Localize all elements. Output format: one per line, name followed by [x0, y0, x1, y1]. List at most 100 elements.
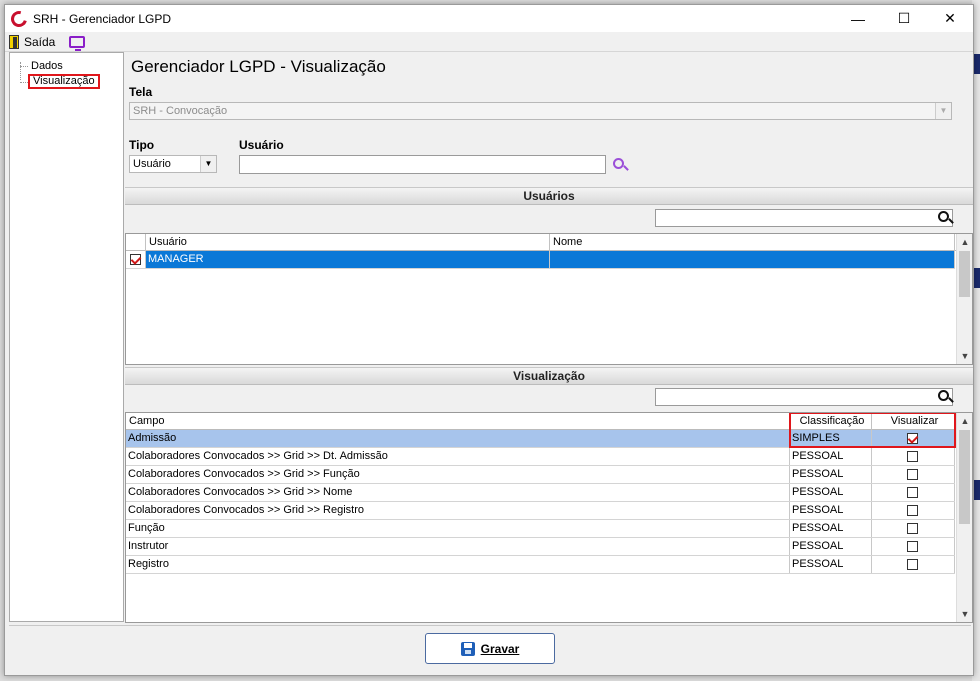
table-row[interactable]: MANAGER [126, 251, 955, 269]
table-row[interactable]: Registro PESSOAL [126, 556, 955, 574]
cell-visualizar[interactable] [872, 538, 955, 555]
lgpd-manager-window: SRH - Gerenciador LGPD — ☐ ✕ Saída Dados… [4, 4, 974, 676]
tree-item-visualizacao[interactable]: Visualização [28, 74, 100, 89]
scroll-up-icon[interactable]: ▲ [957, 413, 972, 429]
visualizar-checkbox[interactable] [907, 451, 918, 462]
visualizacao-scrollbar[interactable]: ▲ ▼ [956, 413, 972, 622]
cell-classificacao: PESSOAL [790, 502, 872, 519]
tree-connector [20, 62, 21, 80]
cell-nome [550, 251, 955, 268]
window-title: SRH - Gerenciador LGPD [33, 11, 172, 26]
usuario-label: Usuário [239, 138, 284, 152]
visualizar-checkbox[interactable] [907, 487, 918, 498]
usuarios-search-input[interactable] [655, 209, 953, 227]
search-icon[interactable] [612, 157, 629, 173]
cell-classificacao: PESSOAL [790, 520, 872, 537]
window-controls: — ☐ ✕ [835, 5, 973, 32]
table-row[interactable]: Colaboradores Convocados >> Grid >> Regi… [126, 502, 955, 520]
scroll-thumb[interactable] [959, 251, 970, 297]
visualizar-checkbox[interactable] [907, 469, 918, 480]
exit-door-icon[interactable] [9, 34, 19, 49]
column-header-campo[interactable]: Campo [126, 413, 790, 430]
visualizar-checkbox[interactable] [907, 559, 918, 570]
app-logo-icon [8, 7, 30, 30]
scroll-up-icon[interactable]: ▲ [957, 234, 972, 250]
title-bar[interactable]: SRH - Gerenciador LGPD — ☐ ✕ [5, 5, 973, 32]
cell-campo: Registro [126, 556, 790, 573]
scroll-down-icon[interactable]: ▼ [957, 348, 972, 364]
row-check-cell[interactable] [126, 251, 146, 268]
table-row[interactable]: Colaboradores Convocados >> Grid >> Dt. … [126, 448, 955, 466]
table-row[interactable]: Função PESSOAL [126, 520, 955, 538]
tree-connector [20, 66, 28, 67]
save-button[interactable]: Gravar [425, 633, 555, 664]
visualizar-checkbox[interactable] [907, 505, 918, 516]
tipo-select[interactable]: Usuário ▼ [129, 155, 217, 173]
visualizacao-grid: Campo Classificação Visualizar Admissão … [125, 412, 973, 623]
monitor-icon[interactable] [69, 35, 86, 51]
cell-visualizar[interactable] [872, 466, 955, 483]
chevron-down-icon[interactable]: ▼ [200, 156, 216, 172]
chevron-down-icon: ▼ [935, 103, 951, 119]
tipo-label: Tipo [129, 138, 155, 152]
cell-classificacao: PESSOAL [790, 466, 872, 483]
exit-button[interactable]: Saída [24, 35, 55, 49]
page-title: Gerenciador LGPD - Visualização [131, 57, 386, 76]
cell-campo: Admissão [126, 430, 790, 447]
visualizar-checkbox[interactable] [907, 541, 918, 552]
usuarios-scrollbar[interactable]: ▲ ▼ [956, 234, 972, 364]
usuarios-section-header: Usuários [125, 187, 973, 205]
table-row[interactable]: Instrutor PESSOAL [126, 538, 955, 556]
search-icon[interactable] [937, 389, 954, 405]
cell-visualizar[interactable] [872, 502, 955, 519]
visualizacao-search-input[interactable] [655, 388, 953, 406]
table-row[interactable]: Colaboradores Convocados >> Grid >> Funç… [126, 466, 955, 484]
column-header-nome[interactable]: Nome [550, 234, 955, 251]
cell-usuario: MANAGER [146, 251, 550, 268]
column-header-usuario[interactable]: Usuário [146, 234, 550, 251]
tree-connector [20, 82, 28, 83]
cell-classificacao: PESSOAL [790, 484, 872, 501]
tela-label: Tela [129, 85, 153, 99]
toolbar: Saída [5, 32, 973, 52]
cell-visualizar[interactable] [872, 484, 955, 501]
floppy-disk-icon [460, 641, 475, 656]
scroll-thumb[interactable] [959, 430, 970, 524]
visualizar-checkbox[interactable] [907, 523, 918, 534]
visualizacao-section-header: Visualização [125, 367, 973, 385]
background-marker [973, 268, 980, 288]
cell-campo: Colaboradores Convocados >> Grid >> Nome [126, 484, 790, 501]
cell-visualizar[interactable] [872, 520, 955, 537]
user-checkbox[interactable] [130, 254, 141, 265]
cell-classificacao: PESSOAL [790, 448, 872, 465]
search-icon[interactable] [937, 210, 954, 226]
scroll-down-icon[interactable]: ▼ [957, 606, 972, 622]
cell-campo: Colaboradores Convocados >> Grid >> Regi… [126, 502, 790, 519]
save-button-label: Gravar [480, 641, 520, 656]
navigation-tree: Dados Visualização [9, 52, 124, 622]
background-marker [973, 480, 980, 500]
cell-visualizar[interactable] [872, 556, 955, 573]
background-marker [973, 54, 980, 74]
cell-campo: Instrutor [126, 538, 790, 555]
cell-visualizar[interactable] [872, 448, 955, 465]
cell-classificacao: PESSOAL [790, 556, 872, 573]
usuario-input[interactable] [239, 155, 606, 174]
close-button[interactable]: ✕ [927, 5, 973, 32]
usuarios-grid: Usuário Nome MANAGER ▲ ▼ [125, 233, 973, 365]
cell-campo: Colaboradores Convocados >> Grid >> Dt. … [126, 448, 790, 465]
highlight-annotation-box [789, 413, 956, 448]
check-column-header [126, 234, 146, 251]
usuarios-grid-header: Usuário Nome [126, 234, 972, 251]
cell-campo: Colaboradores Convocados >> Grid >> Funç… [126, 466, 790, 483]
maximize-button[interactable]: ☐ [881, 5, 927, 32]
main-panel: Gerenciador LGPD - Visualização Tela SRH… [125, 52, 973, 623]
tela-value: SRH - Convocação [133, 105, 228, 117]
table-row[interactable]: Colaboradores Convocados >> Grid >> Nome… [126, 484, 955, 502]
footer-divider [9, 625, 971, 626]
cell-classificacao: PESSOAL [790, 538, 872, 555]
minimize-button[interactable]: — [835, 5, 881, 32]
tipo-value: Usuário [133, 158, 171, 170]
tree-item-dados[interactable]: Dados [28, 59, 66, 74]
tela-combo: SRH - Convocação ▼ [129, 102, 952, 120]
